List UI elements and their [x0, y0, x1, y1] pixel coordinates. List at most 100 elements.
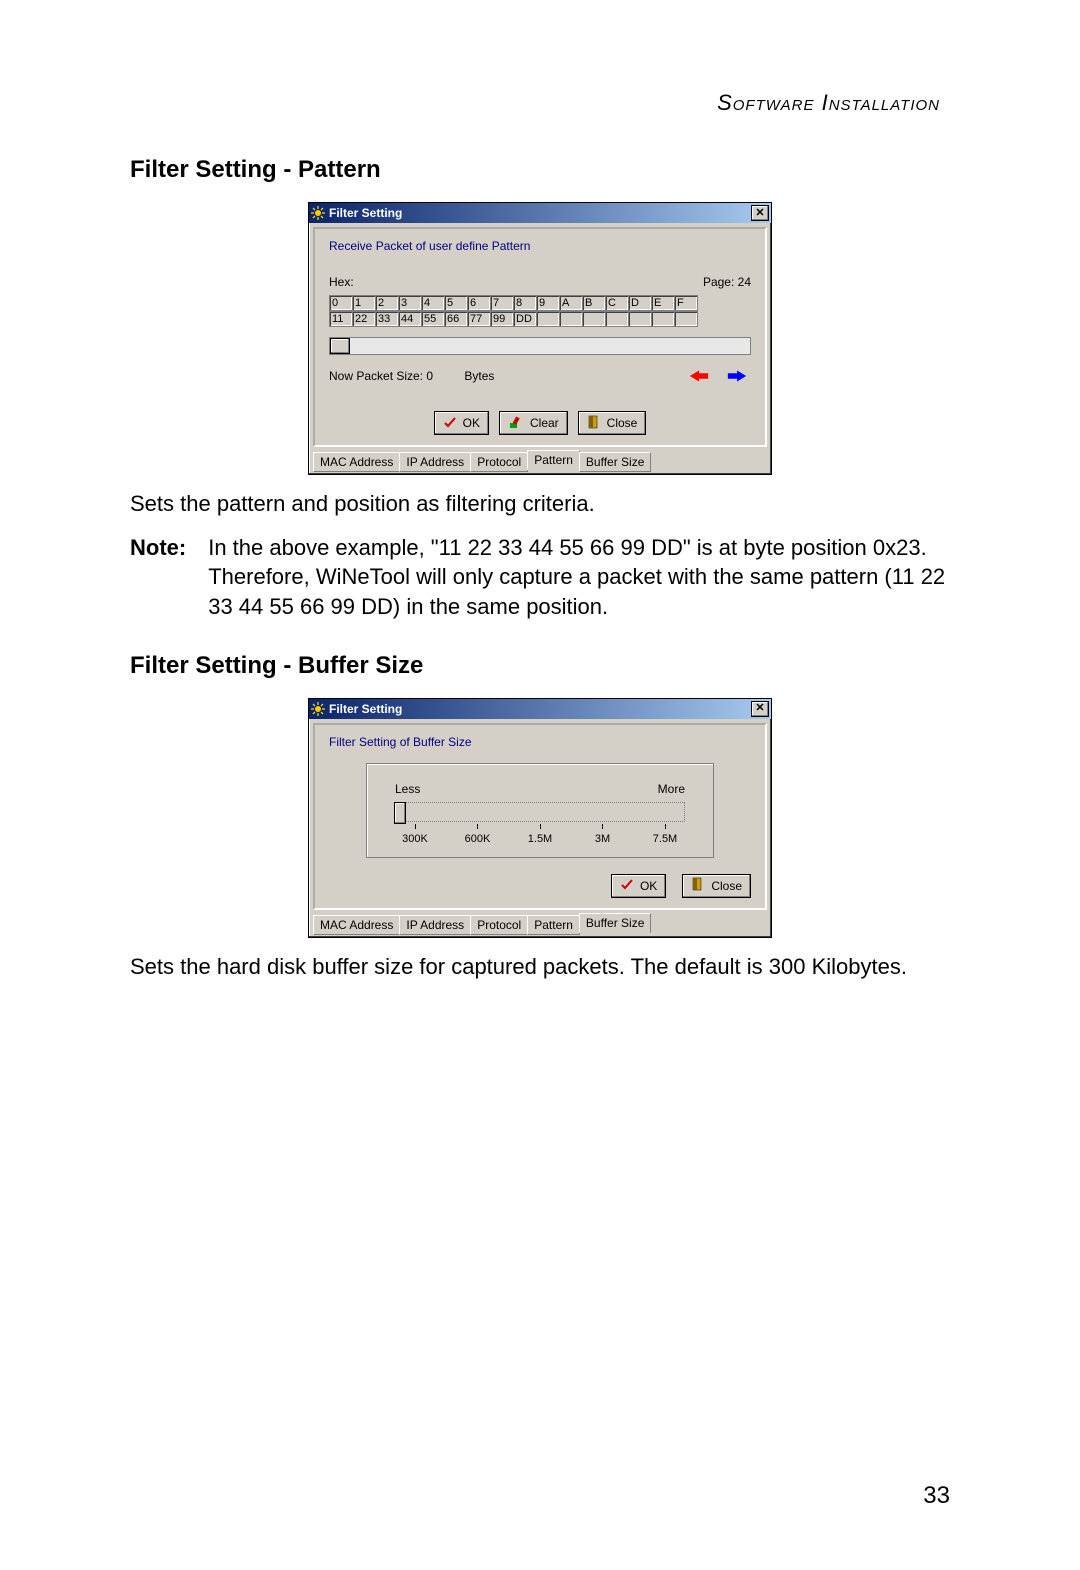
tab-pattern[interactable]: Pattern [527, 450, 580, 470]
section2-heading: Filter Setting - Buffer Size [130, 652, 950, 680]
scrollbar-thumb[interactable] [330, 338, 350, 354]
hex-header-cell: C [605, 295, 629, 311]
tick-mark [395, 824, 435, 829]
hex-header-cell: E [651, 295, 675, 311]
titlebar: Filter Setting ✕ [309, 699, 771, 719]
packet-size-label: Now Packet Size: 0 [329, 369, 433, 383]
hex-data-cell[interactable]: 44 [398, 311, 422, 327]
tick-mark [520, 824, 560, 829]
close-button[interactable]: Close [682, 874, 751, 898]
tick-label: 3M [583, 833, 623, 845]
buffer-subtitle: Filter Setting of Buffer Size [329, 735, 751, 749]
tab-buffer-size[interactable]: Buffer Size [579, 452, 651, 472]
hex-data-cell[interactable] [651, 311, 675, 327]
tick-mark [458, 824, 498, 829]
close-label: Close [607, 416, 638, 430]
hex-header-cell: 8 [513, 295, 537, 311]
ok-button[interactable]: OK [611, 874, 666, 898]
tab-buffer-size[interactable]: Buffer Size [579, 913, 651, 933]
tab-ip-address[interactable]: IP Address [399, 915, 471, 935]
hex-header-cell: D [628, 295, 652, 311]
hex-header-cell: 4 [421, 295, 445, 311]
tab-mac-address[interactable]: MAC Address [313, 915, 400, 935]
hex-data-cell[interactable]: 77 [467, 311, 491, 327]
hex-data-cell[interactable] [605, 311, 629, 327]
tick-label: 1.5M [520, 833, 560, 845]
tick-label: 600K [458, 833, 498, 845]
tick-mark [583, 824, 623, 829]
ok-label: OK [463, 416, 480, 430]
bytes-label: Bytes [464, 369, 494, 383]
hex-header-cell: 2 [375, 295, 399, 311]
check-icon [443, 415, 457, 432]
clear-button[interactable]: Clear [499, 411, 568, 435]
door-icon [691, 877, 705, 894]
hex-header-cell: F [674, 295, 698, 311]
hex-data-cell[interactable]: 55 [421, 311, 445, 327]
hex-label: Hex: [329, 275, 354, 289]
window-close-button[interactable]: ✕ [751, 701, 769, 717]
tick-label: 7.5M [645, 833, 685, 845]
door-icon [587, 415, 601, 432]
window-title: Filter Setting [329, 702, 402, 716]
tab-ip-address[interactable]: IP Address [399, 452, 471, 472]
app-icon [311, 206, 325, 220]
hex-data-cell[interactable]: 11 [329, 311, 353, 327]
hex-data-cell[interactable] [674, 311, 698, 327]
note-text: In the above example, "11 22 33 44 55 66… [208, 533, 950, 622]
slider-panel: Less More 300K 600K 1.5M 3M 7.5M [366, 763, 714, 858]
less-label: Less [395, 782, 420, 796]
slider-thumb[interactable] [394, 802, 406, 824]
hex-header-cell: A [559, 295, 583, 311]
page-number: 33 [923, 1482, 950, 1510]
window-title: Filter Setting [329, 206, 402, 220]
pattern-subtitle: Receive Packet of user define Pattern [329, 239, 751, 253]
hex-data-cell[interactable]: 33 [375, 311, 399, 327]
buffer-size-slider[interactable] [395, 802, 685, 822]
page-label: Page: 24 [703, 275, 751, 289]
tab-row: MAC AddressIP AddressProtocolPatternBuff… [309, 914, 771, 937]
hex-data-cell[interactable] [559, 311, 583, 327]
titlebar: Filter Setting ✕ [309, 203, 771, 223]
note-label: Note: [130, 533, 186, 622]
horizontal-scrollbar[interactable] [329, 337, 751, 355]
section1-heading: Filter Setting - Pattern [130, 156, 950, 184]
ok-label: OK [640, 879, 657, 893]
tab-pattern[interactable]: Pattern [527, 915, 580, 935]
more-label: More [658, 782, 685, 796]
tick-label: 300K [395, 833, 435, 845]
hex-header-cell: 1 [352, 295, 376, 311]
close-label: Close [711, 879, 742, 893]
hex-header-cell: 0 [329, 295, 353, 311]
close-button[interactable]: Close [578, 411, 647, 435]
tab-row: MAC AddressIP AddressProtocolPatternBuff… [309, 451, 771, 474]
hex-data-cell[interactable] [536, 311, 560, 327]
hex-data-cell[interactable] [582, 311, 606, 327]
ok-button[interactable]: OK [434, 411, 489, 435]
clear-label: Clear [530, 416, 559, 430]
section1-caption: Sets the pattern and position as filteri… [130, 489, 950, 519]
window-close-button[interactable]: ✕ [751, 205, 769, 221]
prev-arrow-icon[interactable] [685, 365, 713, 387]
tab-mac-address[interactable]: MAC Address [313, 452, 400, 472]
hex-grid: 0123456789ABCDEF 1122334455667799DD [329, 295, 751, 327]
hex-header-cell: 7 [490, 295, 514, 311]
hex-header-cell: 9 [536, 295, 560, 311]
section2-caption: Sets the hard disk buffer size for captu… [130, 952, 950, 982]
page-header: Software Installation [130, 90, 940, 116]
hex-header-cell: 6 [467, 295, 491, 311]
hex-header-cell: 5 [444, 295, 468, 311]
tab-protocol[interactable]: Protocol [470, 915, 528, 935]
next-arrow-icon[interactable] [723, 365, 751, 387]
hex-data-cell[interactable]: DD [513, 311, 537, 327]
filter-setting-pattern-dialog: Filter Setting ✕ Receive Packet of user … [308, 202, 772, 475]
hex-data-cell[interactable]: 66 [444, 311, 468, 327]
hex-data-cell[interactable] [628, 311, 652, 327]
filter-setting-buffer-dialog: Filter Setting ✕ Filter Setting of Buffe… [308, 698, 772, 938]
check-icon [620, 877, 634, 894]
tab-protocol[interactable]: Protocol [470, 452, 528, 472]
hex-data-cell[interactable]: 22 [352, 311, 376, 327]
brush-icon [508, 415, 524, 432]
tick-mark [645, 824, 685, 829]
hex-data-cell[interactable]: 99 [490, 311, 514, 327]
